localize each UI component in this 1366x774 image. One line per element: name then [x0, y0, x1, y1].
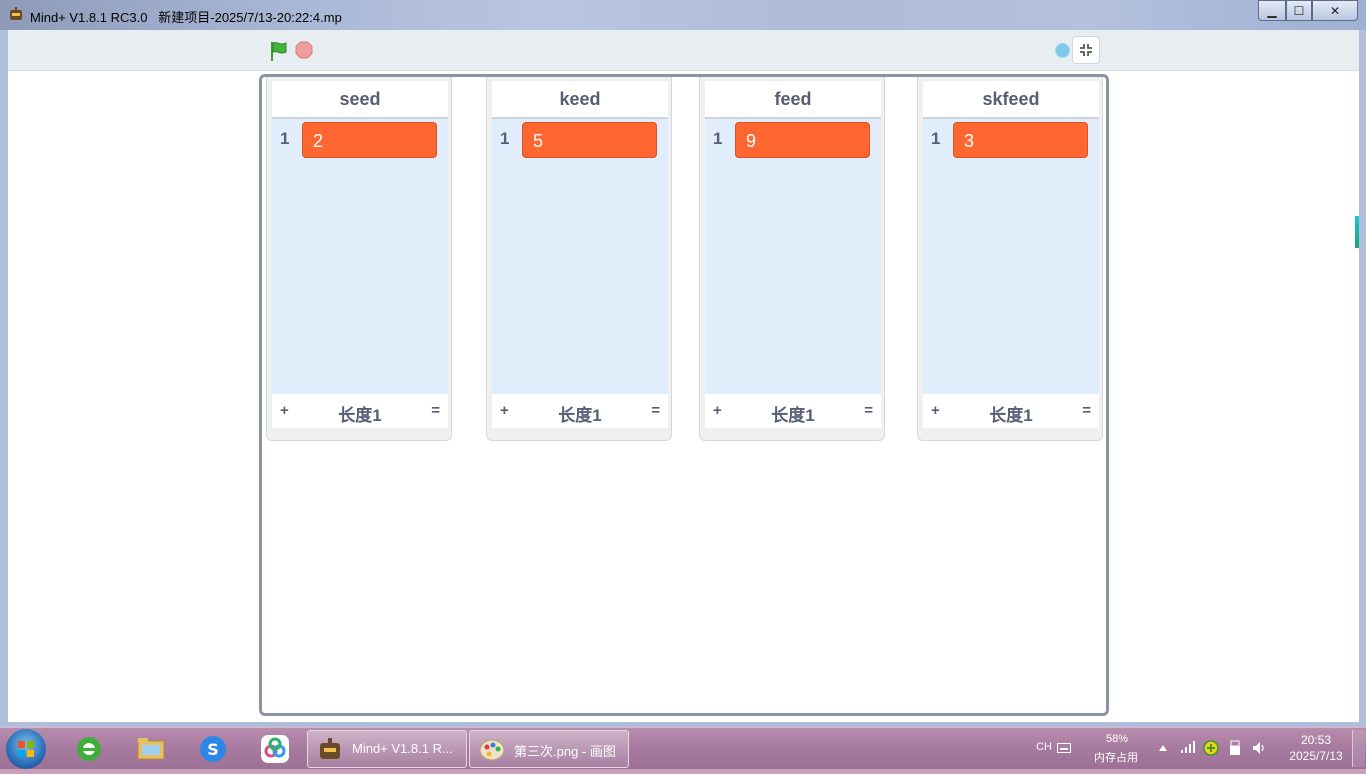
minimize-icon: ▁	[1267, 3, 1277, 18]
volume-icon[interactable]	[1251, 740, 1267, 756]
add-item-button[interactable]: +	[500, 402, 509, 419]
ime-indicator[interactable]: CH	[1036, 741, 1052, 753]
list-monitor-keed[interactable]: keed 1 5 长度1 + =	[486, 77, 672, 441]
resize-handle[interactable]: =	[1082, 402, 1091, 419]
list-title: seed	[272, 81, 448, 119]
mindplus-app-icon	[10, 7, 22, 20]
list-item-index: 1	[713, 129, 723, 148]
list-item-value[interactable]: 9	[735, 122, 870, 158]
close-icon: ✕	[1329, 3, 1341, 18]
start-button[interactable]	[6, 729, 46, 769]
green-flag-icon[interactable]	[268, 40, 290, 62]
exit-fullscreen-button[interactable]	[1072, 36, 1100, 64]
stage-size-indicator[interactable]	[1055, 43, 1070, 58]
list-item-value[interactable]: 3	[953, 122, 1088, 158]
stage-toolbar	[8, 30, 1359, 71]
title-bar[interactable]: Mind+ V1.8.1 RC3.0 新建项目-2025/7/13-20:22:…	[0, 0, 1366, 30]
ie-icon[interactable]	[73, 733, 105, 765]
list-length: 长度1	[558, 406, 602, 425]
security-shield-icon[interactable]	[1203, 740, 1219, 756]
add-item-button[interactable]: +	[280, 402, 289, 419]
add-item-button[interactable]: +	[931, 402, 940, 419]
list-items: 1 9	[705, 119, 881, 394]
sogou-input-icon[interactable]: S	[197, 733, 229, 765]
list-monitor-feed[interactable]: feed 1 9 长度1 + =	[699, 77, 885, 441]
list-footer: 长度1 + =	[492, 394, 668, 428]
list-footer: 长度1 + =	[272, 394, 448, 428]
keyboard-icon[interactable]	[1057, 743, 1071, 753]
tray-expand-icon[interactable]	[1158, 744, 1168, 752]
list-footer: 长度1 + =	[923, 394, 1099, 428]
memory-label[interactable]: 内存占用	[1094, 749, 1138, 765]
list-monitor-skfeed[interactable]: skfeed 1 3 长度1 + =	[917, 77, 1103, 441]
paint-icon	[479, 739, 505, 761]
list-item-index: 1	[931, 129, 941, 148]
list-monitor-seed[interactable]: seed 1 2 长度1 + =	[266, 77, 452, 441]
list-length: 长度1	[771, 406, 815, 425]
windows-logo-icon	[18, 741, 34, 757]
svg-text:S: S	[207, 740, 219, 759]
exit-fullscreen-icon	[1080, 44, 1092, 56]
minimize-button[interactable]: ▁	[1258, 0, 1286, 21]
network-signal-icon[interactable]	[1180, 740, 1196, 754]
list-length: 长度1	[338, 406, 382, 425]
clock-time: 20:53	[1300, 733, 1332, 747]
list-item-index: 1	[280, 129, 290, 148]
mindplus-icon	[320, 738, 340, 759]
window-title: Mind+ V1.8.1 RC3.0 新建项目-2025/7/13-20:22:…	[30, 10, 342, 25]
taskbar-button-label: 第三次.png - 画图	[514, 744, 616, 759]
resize-handle[interactable]: =	[431, 402, 440, 419]
stop-icon[interactable]	[295, 41, 313, 59]
add-item-button[interactable]: +	[713, 402, 722, 419]
file-explorer-icon[interactable]	[135, 733, 167, 765]
list-footer: 长度1 + =	[705, 394, 881, 428]
clock-date: 2025/7/13	[1289, 749, 1343, 763]
list-item-value[interactable]: 5	[522, 122, 657, 158]
system-clock[interactable]: 20:53 2025/7/13	[1276, 732, 1356, 764]
list-length: 长度1	[989, 406, 1033, 425]
app-icon[interactable]	[259, 733, 291, 765]
list-items: 1 5	[492, 119, 668, 394]
list-title: skfeed	[923, 81, 1099, 119]
list-item-value[interactable]: 2	[302, 122, 437, 158]
usb-device-icon[interactable]	[1228, 740, 1242, 756]
show-desktop-button[interactable]	[1352, 730, 1365, 767]
list-item-index: 1	[500, 129, 510, 148]
list-title: feed	[705, 81, 881, 119]
close-button[interactable]: ✕	[1312, 0, 1358, 21]
taskbar-button-paint[interactable]: 第三次.png - 画图	[469, 730, 629, 768]
stage-canvas[interactable]: seed 1 2 长度1 + = keed 1 5 长度1 + = feed 1…	[259, 74, 1109, 716]
list-title: keed	[492, 81, 668, 119]
maximize-icon: ☐	[1293, 3, 1305, 18]
list-items: 1 2	[272, 119, 448, 394]
maximize-button[interactable]: ☐	[1286, 0, 1312, 21]
resize-handle[interactable]: =	[651, 402, 660, 419]
taskbar-button-label: Mind+ V1.8.1 R...	[352, 741, 453, 756]
resize-handle[interactable]: =	[864, 402, 873, 419]
side-scroll-indicator[interactable]	[1355, 216, 1359, 248]
taskbar: S Mind+ V1.8.1 R... 第三次.png - 画图 CH 58% …	[0, 727, 1366, 769]
stage-window: seed 1 2 长度1 + = keed 1 5 长度1 + = feed 1…	[8, 30, 1359, 722]
memory-percent[interactable]: 58%	[1106, 733, 1128, 745]
taskbar-button-mindplus[interactable]: Mind+ V1.8.1 R...	[307, 730, 467, 768]
list-items: 1 3	[923, 119, 1099, 394]
